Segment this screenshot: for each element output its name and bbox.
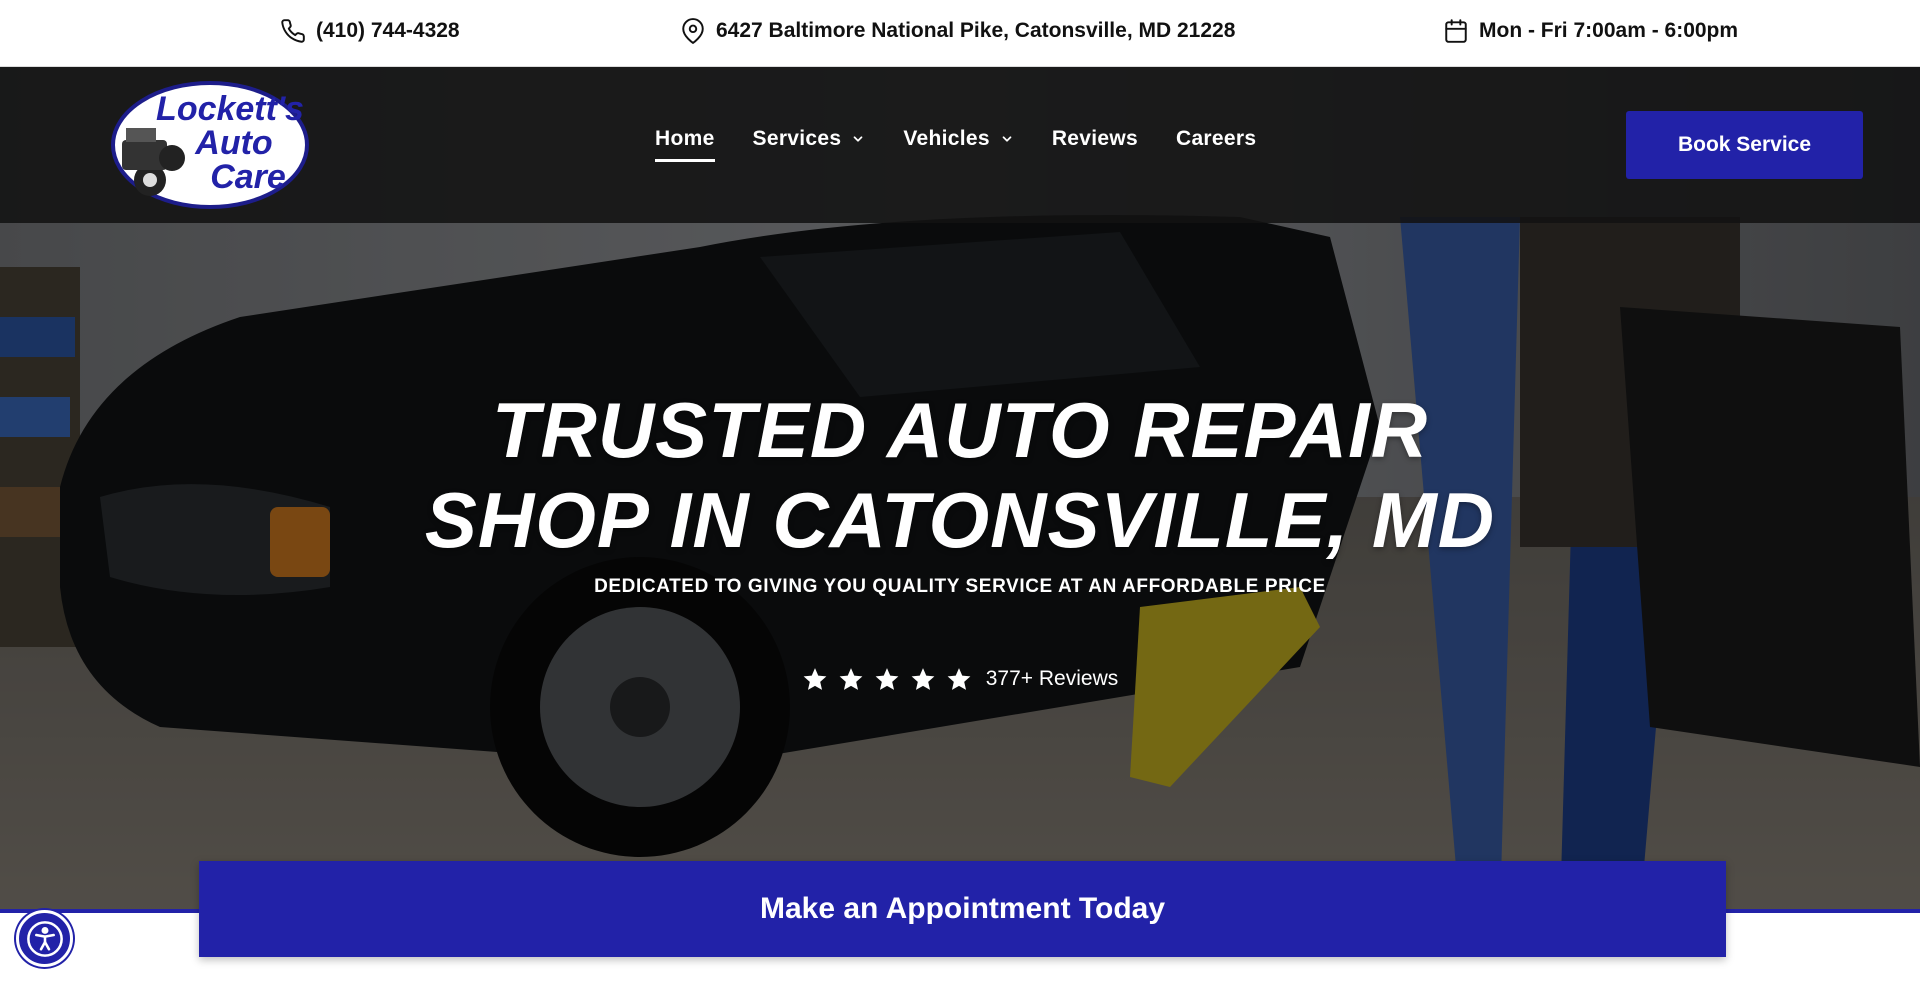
reviews-count: 377+ Reviews <box>985 667 1119 690</box>
nav-vehicles[interactable]: Vehicles <box>903 127 1013 151</box>
accessibility-icon <box>26 920 63 957</box>
make-appointment-button[interactable]: Make an Appointment Today <box>199 861 1726 957</box>
hours-text: Mon - Fri 7:00am - 6:00pm <box>1479 19 1739 42</box>
hero-headline-line2: SHOP IN CATONSVILLE, MD <box>424 476 1496 564</box>
hero-headline-line1: TRUSTED AUTO REPAIR <box>491 386 1429 474</box>
top-info-bar: (410) 744-4328 6427 Baltimore National P… <box>0 0 1920 67</box>
star-icon <box>803 668 827 690</box>
phone-icon <box>281 19 305 43</box>
accessibility-button[interactable] <box>16 910 73 967</box>
nav-careers-label: Careers <box>1175 127 1257 150</box>
star-icon <box>839 668 863 690</box>
primary-nav: Home Services Vehicles Reviews Careers <box>655 127 1256 162</box>
address-link[interactable]: 6427 Baltimore National Pike, Catonsvill… <box>680 18 1235 44</box>
nav-reviews[interactable]: Reviews <box>1052 127 1138 151</box>
address-text: 6427 Baltimore National Pike, Catonsvill… <box>716 19 1236 42</box>
nav-services[interactable]: Services <box>753 127 866 151</box>
logo-text-line1: Lockett's <box>156 90 304 128</box>
nav-careers[interactable]: Careers <box>1176 127 1256 151</box>
chevron-down-icon <box>1002 136 1012 142</box>
logo-text-line3: Care <box>210 158 286 196</box>
map-pin-icon <box>682 18 704 44</box>
nav-services-label: Services <box>752 127 842 150</box>
star-rating <box>802 666 972 692</box>
phone-number: (410) 744-4328 <box>316 19 460 42</box>
calendar-icon <box>1445 19 1467 43</box>
hero-headline: TRUSTED AUTO REPAIR SHOP IN CATONSVILLE,… <box>0 385 1920 565</box>
nav-home[interactable]: Home <box>655 127 715 162</box>
site-logo[interactable]: Lockett's Auto Care <box>110 80 310 210</box>
star-icon <box>911 668 935 690</box>
chevron-down-icon <box>853 136 863 142</box>
hours-info: Mon - Fri 7:00am - 6:00pm <box>1443 18 1738 44</box>
logo-text-line2: Auto <box>194 124 272 162</box>
book-service-button[interactable]: Book Service <box>1626 111 1863 179</box>
nav-reviews-label: Reviews <box>1051 127 1138 150</box>
nav-home-label: Home <box>655 127 715 150</box>
review-rating[interactable]: 377+ Reviews <box>0 666 1920 692</box>
hero-subheadline: DEDICATED TO GIVING YOU QUALITY SERVICE … <box>594 576 1326 597</box>
nav-vehicles-label: Vehicles <box>903 127 990 150</box>
star-icon <box>947 668 971 690</box>
phone-link[interactable]: (410) 744-4328 <box>280 18 460 44</box>
star-icon <box>875 668 899 690</box>
